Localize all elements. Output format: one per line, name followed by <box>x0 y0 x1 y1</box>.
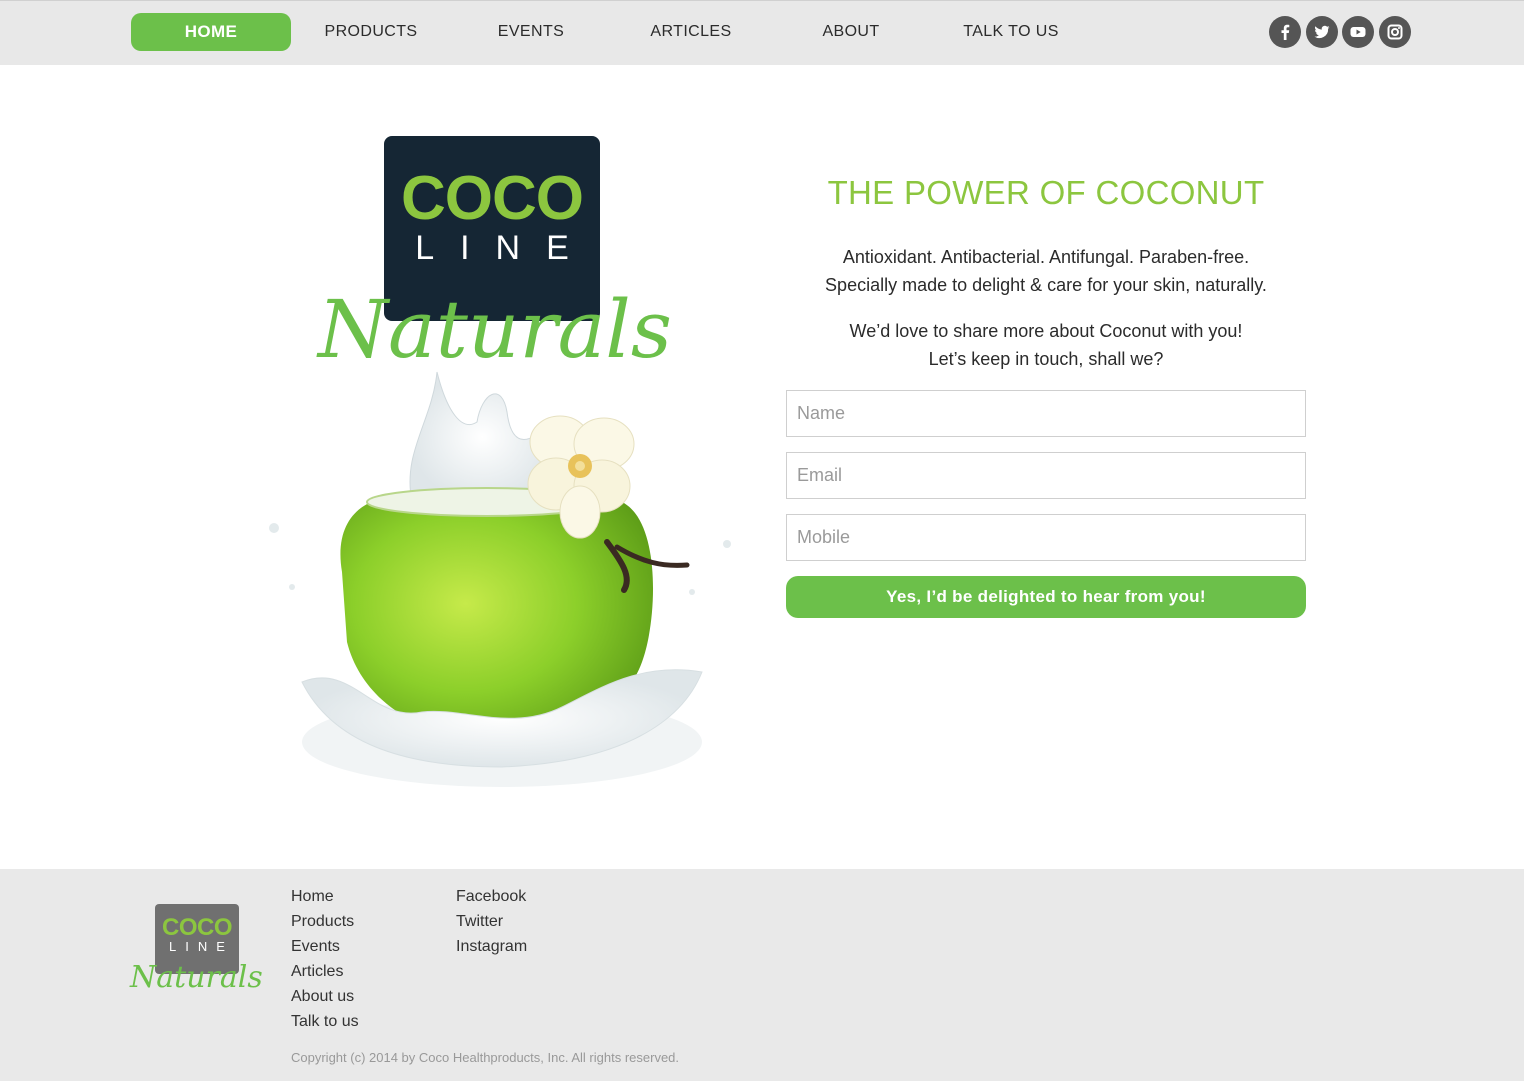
instagram-icon[interactable] <box>1379 16 1411 48</box>
email-field[interactable] <box>786 452 1306 499</box>
footer: COCO LINE Naturals Home Products Events … <box>0 869 1524 1081</box>
hero-invite-line: We’d love to share more about Coconut wi… <box>849 321 1243 341</box>
nav-articles[interactable]: ARTICLES <box>611 13 771 51</box>
logo-coco-text: COCO <box>401 164 584 233</box>
footer-link-instagram[interactable]: Instagram <box>456 937 527 957</box>
nav-products[interactable]: PRODUCTS <box>291 13 451 51</box>
hero-benefits-line: Antioxidant. Antibacterial. Antifungal. … <box>842 247 1250 267</box>
footer-link-about[interactable]: About us <box>291 987 354 1007</box>
footer-link-articles[interactable]: Articles <box>291 962 343 982</box>
logo-line-text: LINE <box>415 229 595 267</box>
coconut-splash-image <box>269 371 731 787</box>
subscribe-button[interactable]: Yes, I’d be delighted to hear from you! <box>786 576 1306 618</box>
facebook-icon[interactable] <box>1269 16 1301 48</box>
footer-link-talk-to-us[interactable]: Talk to us <box>291 1012 359 1032</box>
footer-link-facebook[interactable]: Facebook <box>456 887 526 907</box>
nav-home[interactable]: HOME <box>131 13 291 51</box>
footer-logo-coco: COCO <box>162 914 233 941</box>
footer-logo-line: LINE <box>169 939 234 954</box>
nav-about[interactable]: ABOUT <box>771 13 931 51</box>
mobile-field[interactable] <box>786 514 1306 561</box>
hero-keep-in-touch: Let’s keep in touch, shall we? <box>928 349 1164 369</box>
nav-talk-to-us[interactable]: TALK TO US <box>931 13 1091 51</box>
footer-link-twitter[interactable]: Twitter <box>456 912 503 932</box>
hero-headline: THE POWER OF COCONUT <box>827 174 1265 211</box>
nav-events[interactable]: EVENTS <box>451 13 611 51</box>
youtube-icon[interactable] <box>1342 16 1374 48</box>
footer-link-home[interactable]: Home <box>291 887 334 907</box>
copyright-text: Copyright (c) 2014 by Coco Healthproduct… <box>291 1050 680 1065</box>
footer-link-products[interactable]: Products <box>291 912 354 932</box>
footer-link-events[interactable]: Events <box>291 937 340 957</box>
top-navigation-bar: HOME PRODUCTS EVENTS ARTICLES ABOUT TALK… <box>0 0 1524 65</box>
footer-brand-script: Naturals <box>130 960 263 995</box>
name-field[interactable] <box>786 390 1306 437</box>
hero-tagline: Specially made to delight & care for you… <box>825 275 1267 295</box>
twitter-icon[interactable] <box>1306 16 1338 48</box>
